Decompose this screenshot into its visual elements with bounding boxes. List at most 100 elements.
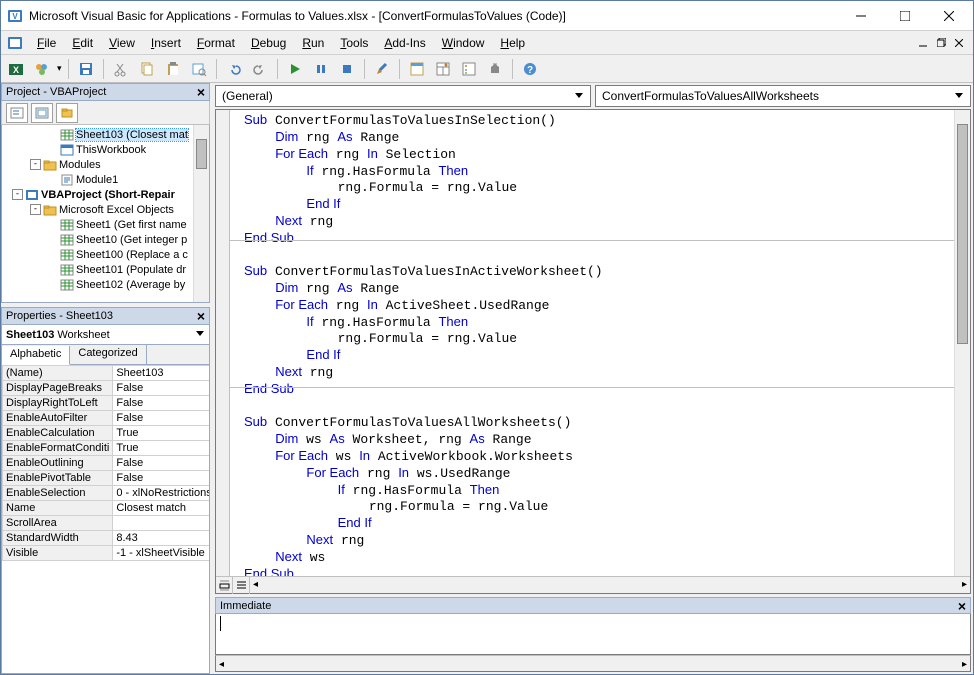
- close-button[interactable]: [927, 1, 971, 30]
- menu-run[interactable]: Run: [294, 33, 332, 53]
- menu-debug[interactable]: Debug: [243, 33, 294, 53]
- view-object-button[interactable]: [31, 103, 53, 123]
- property-row[interactable]: DisplayRightToLeftFalse: [3, 396, 211, 411]
- menubar: FileEditViewInsertFormatDebugRunToolsAdd…: [1, 31, 973, 55]
- menu-view[interactable]: View: [101, 33, 143, 53]
- project-explorer-button[interactable]: [406, 58, 428, 80]
- minimize-button[interactable]: [839, 1, 883, 30]
- copy-button[interactable]: [136, 58, 158, 80]
- menu-file[interactable]: File: [29, 33, 64, 53]
- tree-node[interactable]: Sheet103 (Closest mat: [2, 127, 209, 142]
- property-row[interactable]: StandardWidth8.43: [3, 531, 211, 546]
- dropdown-icon: [195, 328, 205, 341]
- immediate-header[interactable]: Immediate ×: [215, 597, 971, 614]
- view-code-button[interactable]: [6, 103, 28, 123]
- sheet-icon: [60, 233, 74, 247]
- menu-grip-icon: [5, 34, 25, 52]
- properties-window-button[interactable]: [432, 58, 454, 80]
- mdi-close-button[interactable]: [951, 35, 967, 51]
- maximize-button[interactable]: [883, 1, 927, 30]
- menu-insert[interactable]: Insert: [143, 33, 189, 53]
- tree-node[interactable]: Sheet102 (Average by: [2, 277, 209, 292]
- svg-text:X: X: [13, 65, 19, 75]
- project-explorer-close-icon[interactable]: ×: [197, 87, 205, 97]
- tree-node[interactable]: Sheet101 (Populate dr: [2, 262, 209, 277]
- full-module-view-button[interactable]: [233, 577, 250, 594]
- tab-alphabetic[interactable]: Alphabetic: [2, 346, 70, 365]
- property-row[interactable]: ScrollArea: [3, 516, 211, 531]
- tree-node[interactable]: Sheet10 (Get integer p: [2, 232, 209, 247]
- run-button[interactable]: [284, 58, 306, 80]
- toggle-folders-button[interactable]: [56, 103, 78, 123]
- property-row[interactable]: EnableFormatConditiTrue: [3, 441, 211, 456]
- property-row[interactable]: Visible-1 - xlSheetVisible: [3, 546, 211, 561]
- immediate-title: Immediate: [220, 600, 271, 612]
- sheet-icon: [60, 248, 74, 262]
- sheet-icon: [60, 128, 74, 142]
- left-panel: Project - VBAProject × Sheet103 (Closest…: [1, 83, 213, 674]
- mdi-restore-button[interactable]: [933, 35, 949, 51]
- paste-button[interactable]: [162, 58, 184, 80]
- property-row[interactable]: (Name)Sheet103: [3, 366, 211, 381]
- menu-help[interactable]: Help: [492, 33, 533, 53]
- tree-node[interactable]: Module1: [2, 172, 209, 187]
- toolbox-button[interactable]: [484, 58, 506, 80]
- help-button[interactable]: ?: [519, 58, 541, 80]
- property-row[interactable]: EnablePivotTableFalse: [3, 471, 211, 486]
- code-vertical-scrollbar[interactable]: [954, 110, 970, 576]
- properties-grid[interactable]: (Name)Sheet103DisplayPageBreaksFalseDisp…: [1, 365, 210, 674]
- tree-node[interactable]: Sheet1 (Get first name: [2, 217, 209, 232]
- object-dropdown[interactable]: (General): [215, 85, 591, 107]
- procedure-view-button[interactable]: [216, 577, 233, 594]
- project-explorer-header[interactable]: Project - VBAProject ×: [1, 83, 210, 101]
- code-text[interactable]: Sub ConvertFormulasToValuesInSelection()…: [244, 112, 603, 576]
- project-tree[interactable]: Sheet103 (Closest matThisWorkbook-Module…: [1, 125, 210, 303]
- redo-button[interactable]: [249, 58, 271, 80]
- code-horizontal-scrollbar[interactable]: ◂▸: [250, 577, 970, 593]
- code-editor[interactable]: Sub ConvertFormulasToValuesInSelection()…: [216, 110, 970, 576]
- object-dropdown-value: (General): [222, 89, 273, 103]
- titlebar[interactable]: V Microsoft Visual Basic for Application…: [1, 1, 973, 31]
- tree-node[interactable]: -Modules: [2, 157, 209, 172]
- properties-close-icon[interactable]: ×: [197, 311, 205, 321]
- menu-tools[interactable]: Tools: [332, 33, 376, 53]
- tree-node[interactable]: ThisWorkbook: [2, 142, 209, 157]
- property-row[interactable]: DisplayPageBreaksFalse: [3, 381, 211, 396]
- mod-icon: [60, 173, 74, 187]
- design-mode-button[interactable]: [371, 58, 393, 80]
- property-row[interactable]: EnableAutoFilterFalse: [3, 411, 211, 426]
- tab-categorized[interactable]: Categorized: [70, 345, 146, 364]
- menu-add-ins[interactable]: Add-Ins: [376, 33, 433, 53]
- project-tree-scrollbar[interactable]: [193, 125, 209, 302]
- immediate-close-icon[interactable]: ×: [958, 601, 966, 611]
- view-excel-button[interactable]: X: [5, 58, 27, 80]
- property-row[interactable]: EnableSelection0 - xlNoRestrictions: [3, 486, 211, 501]
- immediate-input[interactable]: [215, 614, 971, 655]
- menu-window[interactable]: Window: [434, 33, 493, 53]
- property-row[interactable]: EnableOutliningFalse: [3, 456, 211, 471]
- property-row[interactable]: NameClosest match: [3, 501, 211, 516]
- cut-button[interactable]: [110, 58, 132, 80]
- immediate-horizontal-scrollbar[interactable]: ◂▸: [215, 655, 971, 672]
- reset-button[interactable]: [336, 58, 358, 80]
- mdi-minimize-button[interactable]: [915, 35, 931, 51]
- property-row[interactable]: EnableCalculationTrue: [3, 426, 211, 441]
- tree-node[interactable]: -Microsoft Excel Objects: [2, 202, 209, 217]
- properties-object-selector[interactable]: Sheet103 Worksheet: [1, 325, 210, 345]
- tree-node[interactable]: -VBAProject (Short-Repair: [2, 187, 209, 202]
- standard-toolbar: X ▾ ?: [1, 55, 973, 83]
- break-button[interactable]: [310, 58, 332, 80]
- undo-button[interactable]: [223, 58, 245, 80]
- procedure-dropdown-value: ConvertFormulasToValuesAllWorksheets: [602, 89, 819, 103]
- menu-edit[interactable]: Edit: [64, 33, 101, 53]
- insert-button[interactable]: [31, 58, 53, 80]
- project-explorer-toolbar: [1, 101, 210, 125]
- properties-header[interactable]: Properties - Sheet103 ×: [1, 307, 210, 325]
- save-button[interactable]: [75, 58, 97, 80]
- tree-node[interactable]: Sheet100 (Replace a c: [2, 247, 209, 262]
- find-button[interactable]: [188, 58, 210, 80]
- object-browser-button[interactable]: [458, 58, 480, 80]
- project-explorer-title: Project - VBAProject: [6, 86, 106, 98]
- menu-format[interactable]: Format: [189, 33, 243, 53]
- procedure-dropdown[interactable]: ConvertFormulasToValuesAllWorksheets: [595, 85, 971, 107]
